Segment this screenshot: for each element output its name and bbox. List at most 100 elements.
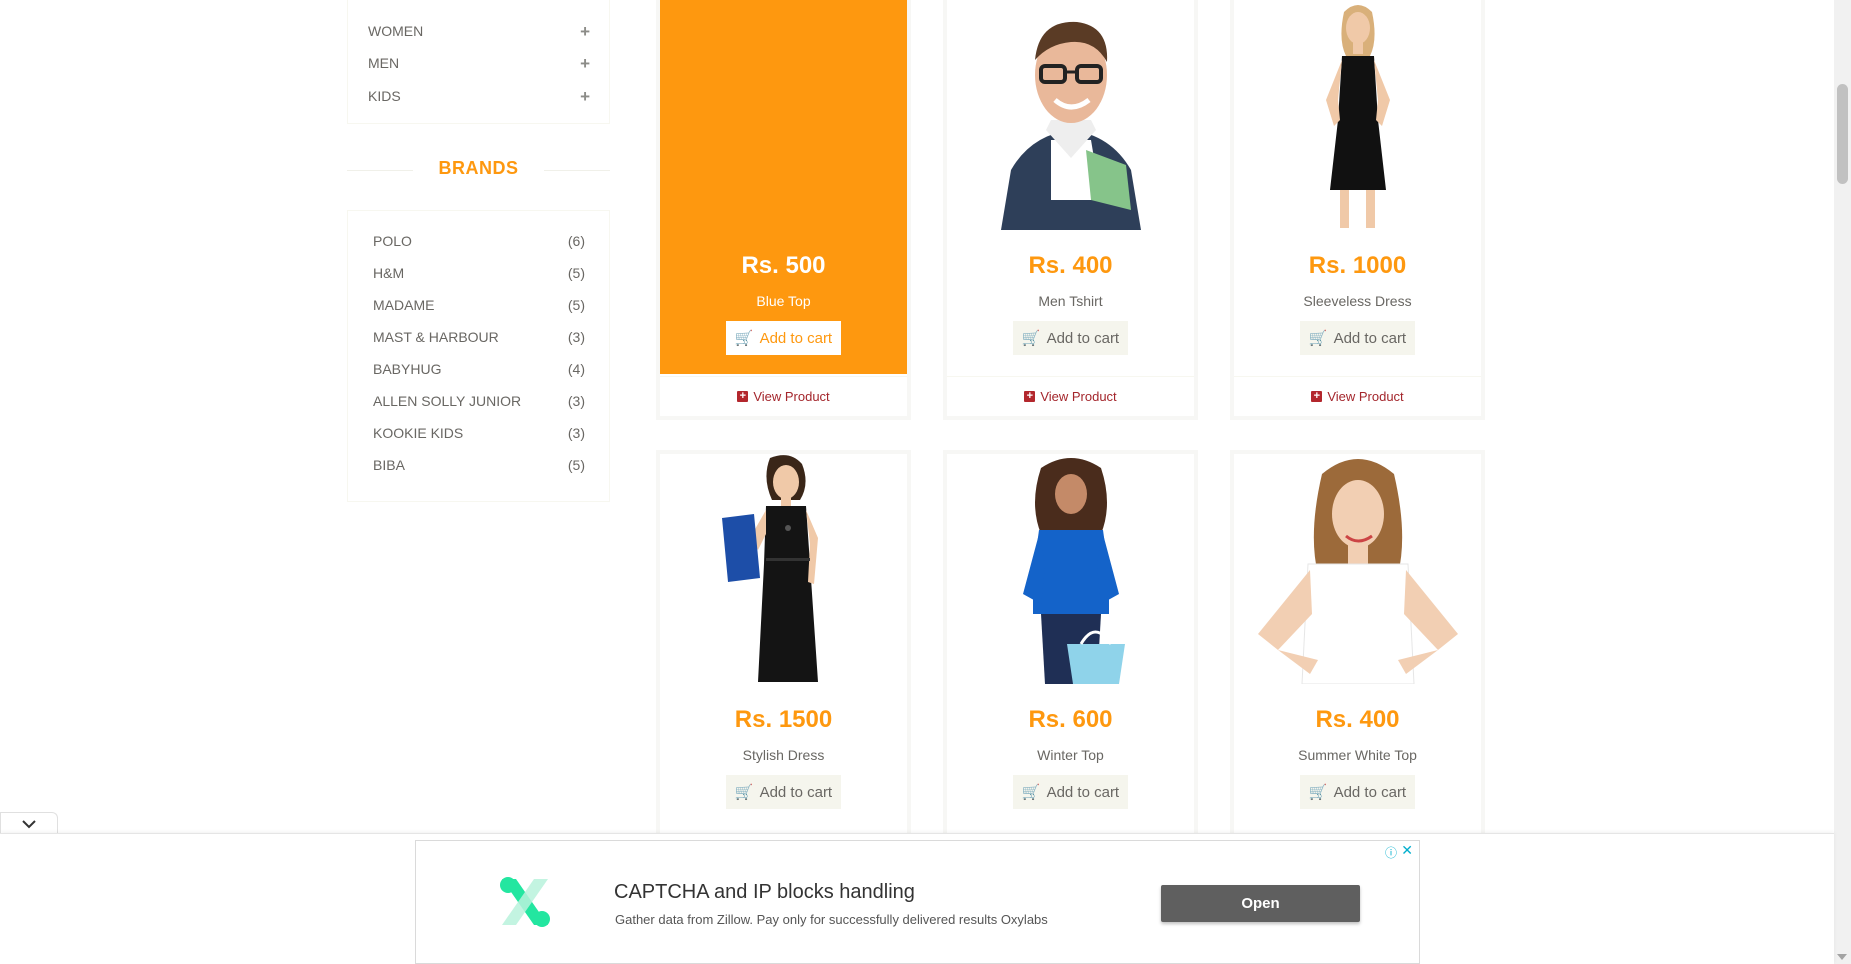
plus-square-icon: + [1024,391,1036,402]
product-price: Rs. 400 [1315,706,1400,733]
brand-item-hm[interactable]: H&M (5) [373,264,585,282]
product-card: Rs. 400 Men Tshirt 🛒 Add to cart + View … [943,0,1198,420]
category-panel: WOMEN + MEN + KIDS + [347,0,610,124]
product-name: Winter Top [1037,747,1104,763]
ad-title[interactable]: CAPTCHA and IP blocks handling [614,881,915,904]
view-product-label: View Product [1040,389,1117,404]
brand-item-madame[interactable]: MADAME (5) [373,296,585,314]
summer-white-top-image [1257,459,1458,684]
sleeveless-dress-image [1325,5,1390,228]
brand-item-kookie-kids[interactable]: KOOKIE KIDS (3) [373,424,585,442]
add-to-cart-label: Add to cart [759,329,833,347]
brand-count: (5) [567,265,585,281]
product-name: Sleeveless Dress [1303,293,1412,309]
brands-heading: BRANDS [347,158,610,182]
category-label[interactable]: WOMEN [368,23,423,39]
brands-panel: POLO (6) H&M (5) MADAME (5) MAST & HARBO… [347,210,610,502]
brand-item-allen-solly-junior[interactable]: ALLEN SOLLY JUNIOR (3) [373,392,585,410]
brand-count: (5) [567,297,585,313]
cart-icon: 🛒 [1308,330,1328,347]
brand-name[interactable]: POLO [373,233,412,249]
brand-name[interactable]: MAST & HARBOUR [373,329,499,345]
product-card: Rs. 500 Blue Top 🛒 Add to cart + View Pr… [656,0,911,420]
add-to-cart-button[interactable]: 🛒 Add to cart [726,321,841,355]
brand-count: (3) [567,393,585,409]
vertical-scrollbar[interactable] [1834,0,1851,964]
brand-name[interactable]: BIBA [373,457,405,473]
product-name: Stylish Dress [742,747,825,763]
product-image[interactable] [947,0,1194,230]
add-to-cart-button[interactable]: 🛒 Add to cart [1300,321,1415,355]
view-product-label: View Product [1327,389,1404,404]
product-image[interactable] [1234,454,1481,684]
product-overlay [660,0,907,374]
product-card: Rs. 400 Summer White Top 🛒 Add to cart [1230,450,1485,840]
product-card: Rs. 1500 Stylish Dress 🛒 Add to cart [656,450,911,840]
add-to-cart-label: Add to cart [1333,783,1407,801]
ad-banner[interactable]: CAPTCHA and IP blocks handling Gather da… [415,840,1420,964]
plus-square-icon: + [1311,391,1323,402]
product-price: Rs. 600 [1028,706,1113,733]
plus-icon[interactable]: + [580,55,590,72]
product-card: Rs. 600 Winter Top 🛒 Add to cart [943,450,1198,840]
view-product-link[interactable]: + View Product [660,376,907,416]
cart-icon: 🛒 [1021,330,1041,347]
ad-collapse-toggle[interactable] [0,812,58,834]
brand-name[interactable]: ALLEN SOLLY JUNIOR [373,393,521,409]
brand-name[interactable]: H&M [373,265,404,281]
add-to-cart-button[interactable]: 🛒 Add to cart [1300,775,1415,809]
view-product-label: View Product [753,389,830,404]
scroll-down-arrow-icon[interactable] [1837,954,1847,960]
product-image[interactable] [1234,0,1481,230]
category-women[interactable]: WOMEN + [368,21,590,41]
brand-item-polo[interactable]: POLO (6) [373,232,585,250]
cart-icon: 🛒 [734,784,754,801]
brand-count: (3) [567,329,585,345]
add-to-cart-label: Add to cart [1046,783,1120,801]
plus-square-icon: + [737,391,749,402]
brand-name[interactable]: MADAME [373,297,434,313]
add-to-cart-button[interactable]: 🛒 Add to cart [726,775,841,809]
brand-item-mast-harbour[interactable]: MAST & HARBOUR (3) [373,328,585,346]
product-price: Rs. 1000 [1308,252,1407,279]
product-price: Rs. 400 [1028,252,1113,279]
product-image[interactable] [947,454,1194,684]
view-product-link[interactable]: + View Product [1234,376,1481,416]
add-to-cart-label: Add to cart [759,783,833,801]
scrollbar-thumb[interactable] [1837,84,1848,184]
product-price: Rs. 1500 [734,706,833,733]
cart-icon: 🛒 [734,330,754,347]
cart-icon: 🛒 [1308,784,1328,801]
brand-count: (4) [567,361,585,377]
add-to-cart-label: Add to cart [1046,329,1120,347]
product-image[interactable] [660,454,907,684]
product-price: Rs. 500 [741,252,826,279]
add-to-cart-label: Add to cart [1333,329,1407,347]
category-men[interactable]: MEN + [368,53,590,73]
view-product-link[interactable]: + View Product [947,376,1194,416]
oxylabs-logo-icon [500,877,550,927]
ad-open-button[interactable]: Open [1161,885,1360,922]
product-name: Men Tshirt [1038,293,1103,309]
brand-name[interactable]: KOOKIE KIDS [373,425,463,441]
brand-item-babyhug[interactable]: BABYHUG (4) [373,360,585,378]
info-icon[interactable]: ⓘ [1385,844,1397,861]
product-card: Rs. 1000 Sleeveless Dress 🛒 Add to cart … [1230,0,1485,420]
man-tshirt-image [1000,21,1141,230]
stylish-dress-image [721,455,818,682]
brand-count: (5) [567,457,585,473]
close-icon[interactable]: ✕ [1401,842,1413,859]
product-name: Summer White Top [1298,747,1417,763]
plus-icon[interactable]: + [580,88,590,105]
category-label[interactable]: MEN [368,55,399,71]
category-label[interactable]: KIDS [368,88,401,104]
product-name: Blue Top [756,293,811,309]
add-to-cart-button[interactable]: 🛒 Add to cart [1013,321,1128,355]
chevron-down-icon [22,819,36,828]
plus-icon[interactable]: + [580,23,590,40]
add-to-cart-button[interactable]: 🛒 Add to cart [1013,775,1128,809]
brand-name[interactable]: BABYHUG [373,361,441,377]
ad-description: Gather data from Zillow. Pay only for su… [615,912,1048,927]
category-kids[interactable]: KIDS + [368,86,590,106]
brand-item-biba[interactable]: BIBA (5) [373,456,585,474]
